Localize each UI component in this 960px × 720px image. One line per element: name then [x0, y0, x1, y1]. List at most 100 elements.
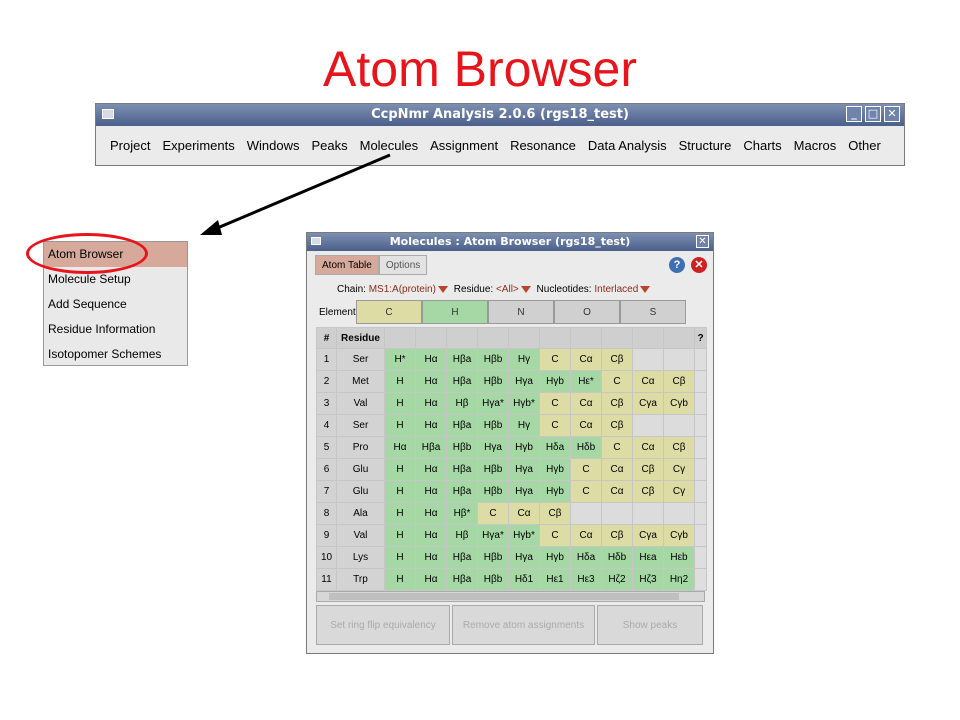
atom-cell[interactable]: Hγb — [508, 436, 540, 459]
atom-cell[interactable]: Hα — [384, 436, 416, 459]
atom-cell[interactable]: Hγb* — [508, 392, 540, 415]
atom-cell[interactable]: Hγ — [508, 414, 540, 437]
vertical-scrollbar-track[interactable] — [694, 436, 707, 459]
table-row[interactable]: 9 Val H Hα Hβ Hγa* Hγb* C Cα Cβ Cγa Cγb — [316, 524, 707, 547]
atom-cell[interactable]: Cβ — [601, 348, 633, 371]
atom-cell[interactable]: Hα — [415, 480, 447, 503]
element-toggle-s[interactable]: S — [620, 300, 686, 324]
vertical-scrollbar-track[interactable] — [694, 502, 707, 525]
col-header-number[interactable]: # — [316, 327, 337, 349]
col-header-atom[interactable] — [632, 327, 664, 349]
atom-cell[interactable]: Hβb — [477, 414, 509, 437]
atom-cell[interactable]: Cβ — [601, 392, 633, 415]
atom-cell[interactable]: Cγ — [663, 480, 695, 503]
scrollbar-thumb[interactable] — [329, 593, 679, 600]
table-row[interactable]: 8 Ala H Hα Hβ* C Cα Cβ — [316, 502, 707, 525]
atom-cell[interactable]: Hα — [415, 348, 447, 371]
atom-cell[interactable]: Hγb — [539, 458, 571, 481]
atom-cell[interactable]: Hβa — [446, 480, 478, 503]
menu-item-residue-information[interactable]: Residue Information — [44, 317, 187, 342]
atom-cell[interactable]: C — [539, 348, 571, 371]
atom-cell[interactable]: Hγa — [477, 436, 509, 459]
nucleotides-select[interactable]: Interlaced — [594, 284, 638, 295]
table-row[interactable]: 6 Glu H Hα Hβa Hβb Hγa Hγb C Cα Cβ Cγ — [316, 458, 707, 481]
table-help-icon[interactable]: ? — [694, 327, 707, 349]
residue-dropdown-icon[interactable] — [520, 285, 531, 293]
atom-cell[interactable]: Hβa — [446, 414, 478, 437]
col-header-residue[interactable]: Residue — [336, 327, 385, 349]
window-menu-icon[interactable] — [311, 237, 321, 245]
table-row[interactable]: 10 Lys H Hα Hβa Hβb Hγa Hγb Hδa Hδb Hεa Hεb — [316, 546, 707, 569]
col-header-atom[interactable] — [446, 327, 478, 349]
atom-cell[interactable]: Cγa — [632, 392, 664, 415]
atom-cell[interactable]: Hβb — [477, 458, 509, 481]
atom-cell[interactable]: Cα — [632, 370, 664, 393]
table-row[interactable]: 7 Glu H Hα Hβa Hβb Hγa Hγb C Cα Cβ Cγ — [316, 480, 707, 503]
vertical-scrollbar-track[interactable] — [694, 370, 707, 393]
element-toggle-h[interactable]: H — [422, 300, 488, 324]
atom-cell[interactable]: H — [384, 568, 416, 591]
atom-cell[interactable]: Cβ — [601, 414, 633, 437]
atom-cell[interactable]: Hβb — [477, 480, 509, 503]
atom-cell[interactable]: Hβb — [446, 436, 478, 459]
atom-cell[interactable]: Cβ — [632, 480, 664, 503]
atom-cell[interactable]: C — [539, 414, 571, 437]
atom-cell[interactable]: Hζ3 — [632, 568, 664, 591]
atom-cell[interactable]: Cβ — [663, 370, 695, 393]
atom-cell[interactable]: C — [477, 502, 509, 525]
atom-cell[interactable]: Hβa — [446, 546, 478, 569]
vertical-scrollbar-track[interactable] — [694, 568, 707, 591]
col-header-atom[interactable] — [508, 327, 540, 349]
table-row[interactable]: 11 Trp H Hα Hβa Hβb Hδ1 Hε1 Hε3 Hζ2 Hζ3 Hη2 — [316, 568, 707, 591]
table-row[interactable]: 2 Met H Hα Hβa Hβb Hγa Hγb Hε* C Cα Cβ — [316, 370, 707, 393]
chain-dropdown-icon[interactable] — [437, 285, 448, 293]
atom-cell[interactable]: Hγb* — [508, 524, 540, 547]
atom-cell[interactable]: Hβa — [446, 458, 478, 481]
vertical-scrollbar-track[interactable] — [694, 414, 707, 437]
atom-cell[interactable]: Hε1 — [539, 568, 571, 591]
atom-cell[interactable]: Cβ — [601, 524, 633, 547]
element-toggle-c[interactable]: C — [356, 300, 422, 324]
atom-cell[interactable]: Hβb — [477, 348, 509, 371]
atom-cell[interactable]: H — [384, 480, 416, 503]
nucleotides-dropdown-icon[interactable] — [640, 285, 651, 293]
atom-cell[interactable]: Cγa — [632, 524, 664, 547]
atom-cell[interactable]: Hβ — [446, 392, 478, 415]
residue-select[interactable]: <All> — [496, 284, 519, 295]
atom-cell[interactable]: C — [539, 524, 571, 547]
show-peaks-button[interactable]: Show peaks — [597, 605, 703, 645]
atom-cell[interactable]: C — [570, 458, 602, 481]
col-header-atom[interactable] — [601, 327, 633, 349]
atom-cell[interactable]: H — [384, 458, 416, 481]
atom-cell[interactable]: Hγa* — [477, 392, 509, 415]
atom-cell[interactable]: Hα — [415, 546, 447, 569]
element-toggle-o[interactable]: O — [554, 300, 620, 324]
vertical-scrollbar-track[interactable] — [694, 392, 707, 415]
atom-cell[interactable]: H — [384, 546, 416, 569]
atom-cell[interactable]: Hα — [415, 458, 447, 481]
atom-cell[interactable]: Hβb — [477, 568, 509, 591]
atom-cell[interactable]: Hγa — [508, 546, 540, 569]
atom-cell[interactable]: Hα — [415, 524, 447, 547]
atom-cell[interactable]: H — [384, 502, 416, 525]
atom-cell[interactable]: H — [384, 524, 416, 547]
close-dialog-icon[interactable]: ✕ — [691, 257, 707, 273]
atom-cell[interactable]: Cγ — [663, 458, 695, 481]
atom-cell[interactable]: Cα — [508, 502, 540, 525]
atom-cell[interactable]: Hγ — [508, 348, 540, 371]
atom-cell[interactable]: H* — [384, 348, 416, 371]
menu-item-isotopomer-schemes[interactable]: Isotopomer Schemes — [44, 342, 187, 367]
atom-cell[interactable]: H — [384, 392, 416, 415]
atom-cell[interactable]: Hδa — [570, 546, 602, 569]
atom-cell[interactable]: Hα — [415, 568, 447, 591]
atom-cell[interactable]: Hβ — [446, 524, 478, 547]
atom-cell[interactable]: Cα — [601, 480, 633, 503]
atom-cell[interactable]: Hγa — [508, 458, 540, 481]
atom-cell[interactable]: Cγb — [663, 392, 695, 415]
atom-cell[interactable]: C — [570, 480, 602, 503]
atom-cell[interactable]: Cβ — [632, 458, 664, 481]
atom-cell[interactable]: Hβa — [446, 370, 478, 393]
atom-cell[interactable]: Hβb — [477, 370, 509, 393]
atom-cell[interactable]: Hβa — [446, 348, 478, 371]
atom-cell[interactable]: Cβ — [663, 436, 695, 459]
